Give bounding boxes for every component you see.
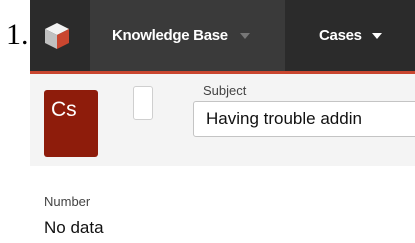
nav-cases-label: Cases xyxy=(319,27,362,44)
select-checkbox[interactable] xyxy=(133,86,153,120)
caret-down-icon xyxy=(239,32,250,39)
top-navigation: Knowledge Base Cases xyxy=(30,0,415,74)
nav-cases[interactable]: Cases xyxy=(305,0,415,71)
cube-logo-icon[interactable] xyxy=(44,22,70,50)
number-label: Number xyxy=(44,194,91,209)
nav-knowledge-base[interactable]: Knowledge Base xyxy=(90,0,285,71)
list-number: 1. xyxy=(6,18,29,51)
avatar: Cs xyxy=(44,90,98,157)
nav-knowledge-base-label: Knowledge Base xyxy=(112,27,228,44)
subject-label: Subject xyxy=(203,83,247,98)
number-value: No data xyxy=(44,218,104,237)
caret-down-icon xyxy=(371,32,382,39)
subject-field[interactable]: Having trouble addin xyxy=(193,101,415,137)
